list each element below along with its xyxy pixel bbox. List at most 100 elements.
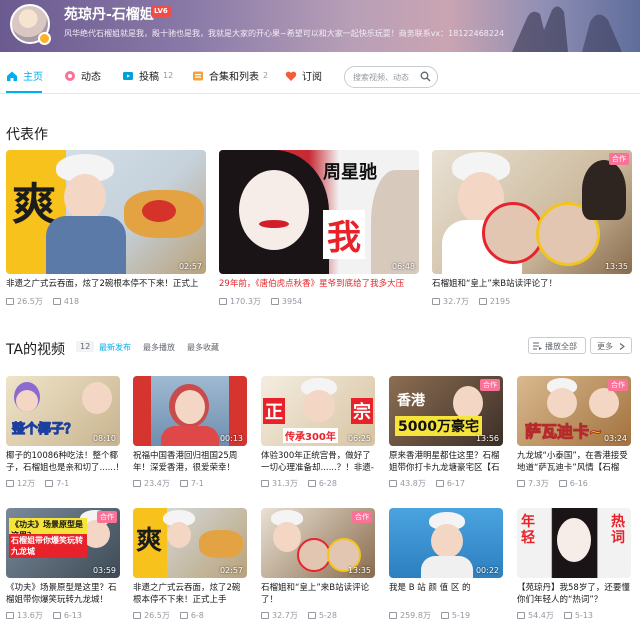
more-button[interactable]: 更多 <box>590 337 632 354</box>
view-count: 32.7万 <box>443 297 469 306</box>
video-card[interactable]: 年轻 热词 【苑琼丹】我58岁了，还要懂你们年轻人的“热词”？ 54.4万 5-… <box>517 508 631 621</box>
play-all-button[interactable]: 播放全部 <box>528 337 586 354</box>
publish-date: 6-16 <box>569 479 588 488</box>
video-title[interactable]: 九龙城“小泰国”，在香港接受地道“萨瓦迪卡”风情【石榴 <box>517 450 631 474</box>
video-card[interactable]: 爽 02:57 非遗之广式云吞面，炫了2碗根本停不下来！正式上手 26.5万 6… <box>133 508 247 621</box>
calendar-icon <box>435 480 444 487</box>
play-count-icon <box>517 612 525 619</box>
thumb-text: 传承300年 <box>283 428 338 443</box>
video-card[interactable]: 00:22 我是 B 站 颜 值 区 的 259.8万 5-19 <box>389 508 503 621</box>
play-count-icon <box>6 480 14 487</box>
featured-card[interactable]: 爽 02:57 非遗之广式云吞面，炫了2碗根本停不下来！正式上 26.5万 41… <box>6 150 206 307</box>
video-thumbnail[interactable]: 爽 02:57 <box>133 508 247 578</box>
video-card[interactable]: 合作 13:35 石榴姐和“皇上”来B站读评论了！ 32.7万 5-28 <box>261 508 375 621</box>
thumb-text: 萨瓦迪卡~ <box>524 422 603 442</box>
danmaku-count: 2195 <box>489 297 511 306</box>
calendar-icon <box>563 612 572 619</box>
video-thumbnail[interactable]: 萨瓦迪卡~ 合作 03:24 <box>517 376 631 446</box>
video-title[interactable]: 《功夫》场景原型是这里？石榴姐带你爆笑玩转九龙城！ <box>6 582 120 606</box>
video-thumbnail[interactable]: 爽 02:57 <box>6 150 206 274</box>
video-thumbnail[interactable]: 00:13 <box>133 376 247 446</box>
video-title[interactable]: 原来香港明星都住这里？石榴姐带你打卡九龙塘豪宅区【石 <box>389 450 503 474</box>
sort-most-played[interactable]: 最多播放 <box>143 342 175 353</box>
featured-card[interactable]: 周星驰 我 06:48 29年前，《唐伯虎点秋香》星爷到底给了我多大压 170.… <box>219 150 419 307</box>
video-duration: 03:59 <box>92 566 116 575</box>
collections-count: 2 <box>263 71 269 80</box>
thumb-text: 爽 <box>12 179 56 230</box>
view-count: 43.8万 <box>400 479 426 488</box>
video-title[interactable]: 非遗之广式云吞面，炫了2碗根本停不下来！正式上 <box>6 278 206 292</box>
banner-artwork <box>512 6 622 52</box>
video-title[interactable]: 体验300年正统宫骨，做好了一切心理准备却......？！非遗-石 <box>261 450 375 474</box>
play-count-icon <box>389 480 397 487</box>
video-duration: 03:24 <box>603 434 627 443</box>
video-thumbnail[interactable]: 香港 5000万豪宅 合作 13:56 <box>389 376 503 446</box>
video-thumbnail[interactable]: 《功夫》场景原型是这里？ 石榴姐带你爆笑玩转九龙城 合作 03:59 <box>6 508 120 578</box>
tab-subscriptions[interactable]: 订阅 <box>285 68 322 83</box>
tab-posts[interactable]: 投稿 12 <box>122 68 173 83</box>
tab-dynamics[interactable]: 动态 <box>64 68 101 83</box>
play-count-icon <box>517 480 525 487</box>
video-card[interactable]: 香港 5000万豪宅 合作 13:56 原来香港明星都住这里？石榴姐带你打卡九龙… <box>389 376 503 489</box>
video-card[interactable]: 正 宗 传承300年 06:25 体验300年正统宫骨，做好了一切心理准备却..… <box>261 376 375 489</box>
video-meta: 32.7万 2195 <box>432 296 632 307</box>
verified-badge-icon <box>38 32 51 45</box>
play-list-icon <box>533 342 542 350</box>
sort-most-fav[interactable]: 最多收藏 <box>187 342 219 353</box>
view-count: 170.3万 <box>230 297 261 306</box>
thumb-text: 宗 <box>351 398 373 424</box>
search-input[interactable]: 搜索视频、动态 <box>344 66 438 88</box>
avatar[interactable] <box>10 4 51 45</box>
tab-collections[interactable]: 合集和列表 2 <box>192 68 268 83</box>
thumb-text: 香港 <box>397 393 425 409</box>
video-card[interactable]: 《功夫》场景原型是这里？ 石榴姐带你爆笑玩转九龙城 合作 03:59 《功夫》场… <box>6 508 120 621</box>
publish-date: 5-13 <box>574 611 593 620</box>
video-card[interactable]: 00:13 祝福中国香港回归祖国25周年！深爱香港，很爱荣幸！ 23.4万 7-… <box>133 376 247 489</box>
play-count-icon <box>133 480 141 487</box>
thumb-text: 我 <box>323 210 365 259</box>
view-count: 12万 <box>17 479 36 488</box>
video-card[interactable]: 萨瓦迪卡~ 合作 03:24 九龙城“小泰国”，在香港接受地道“萨瓦迪卡”风情【… <box>517 376 631 489</box>
video-thumbnail[interactable]: 整个椰子？ 08:10 <box>6 376 120 446</box>
video-thumbnail[interactable]: 周星驰 我 06:48 <box>219 150 419 274</box>
video-title[interactable]: 非遗之广式云吞面，炫了2碗根本停不下来！正式上手 <box>133 582 247 606</box>
video-duration: 08:10 <box>92 434 116 443</box>
video-meta: 31.3万 6-28 <box>261 478 375 489</box>
tab-home-label: 主页 <box>23 72 43 83</box>
video-meta: 170.3万 3954 <box>219 296 419 307</box>
tab-home[interactable]: 主页 <box>6 68 43 83</box>
video-title[interactable]: 椰子的10086种吃法！整个椰子，石榴姐也是亲和切了......! <box>6 450 120 474</box>
home-icon <box>7 71 17 81</box>
thumb-text: 热词 <box>611 514 625 546</box>
video-title[interactable]: 石榴姐和“皇上”来B站读评论了！ <box>432 278 632 292</box>
video-duration: 13:56 <box>475 434 499 443</box>
video-thumbnail[interactable]: 00:22 <box>389 508 503 578</box>
video-thumbnail[interactable]: 年轻 热词 <box>517 508 631 578</box>
play-count-icon <box>261 612 269 619</box>
sort-latest[interactable]: 最新发布 <box>99 342 131 353</box>
video-meta: 259.8万 5-19 <box>389 610 503 621</box>
flower-icon <box>65 70 75 81</box>
video-title[interactable]: 石榴姐和“皇上”来B站读评论了！ <box>261 582 375 606</box>
view-count: 26.5万 <box>144 611 170 620</box>
danmaku-count: 3954 <box>281 297 303 306</box>
username[interactable]: 苑琼丹-石榴姐 <box>64 4 154 24</box>
video-thumbnail[interactable]: 合作 13:35 <box>432 150 632 274</box>
publish-date: 5-19 <box>451 611 471 620</box>
video-icon <box>123 71 133 80</box>
video-title[interactable]: 【苑琼丹】我58岁了，还要懂你们年轻人的“热词”？ <box>517 582 631 606</box>
video-title[interactable]: 29年前，《唐伯虎点秋香》星爷到底给了我多大压 <box>219 278 419 292</box>
video-thumbnail[interactable]: 正 宗 传承300年 06:25 <box>261 376 375 446</box>
video-title[interactable]: 祝福中国香港回归祖国25周年！深爱香港，很爱荣幸！ <box>133 450 247 474</box>
video-title[interactable]: 我是 B 站 颜 值 区 的 <box>389 582 503 606</box>
video-card[interactable]: 整个椰子？ 08:10 椰子的10086种吃法！整个椰子，石榴姐也是亲和切了..… <box>6 376 120 489</box>
collection-icon <box>193 71 203 80</box>
calendar-icon <box>440 612 449 619</box>
search-icon[interactable] <box>420 71 431 82</box>
heart-icon <box>285 71 297 81</box>
featured-card[interactable]: 合作 13:35 石榴姐和“皇上”来B站读评论了！ 32.7万 2195 <box>432 150 632 307</box>
thumb-text: 石榴姐带你爆笑玩转九龙城 <box>9 534 87 558</box>
thumb-text: 5000万豪宅 <box>395 416 482 436</box>
video-thumbnail[interactable]: 合作 13:35 <box>261 508 375 578</box>
publish-date: 6-8 <box>190 611 204 620</box>
